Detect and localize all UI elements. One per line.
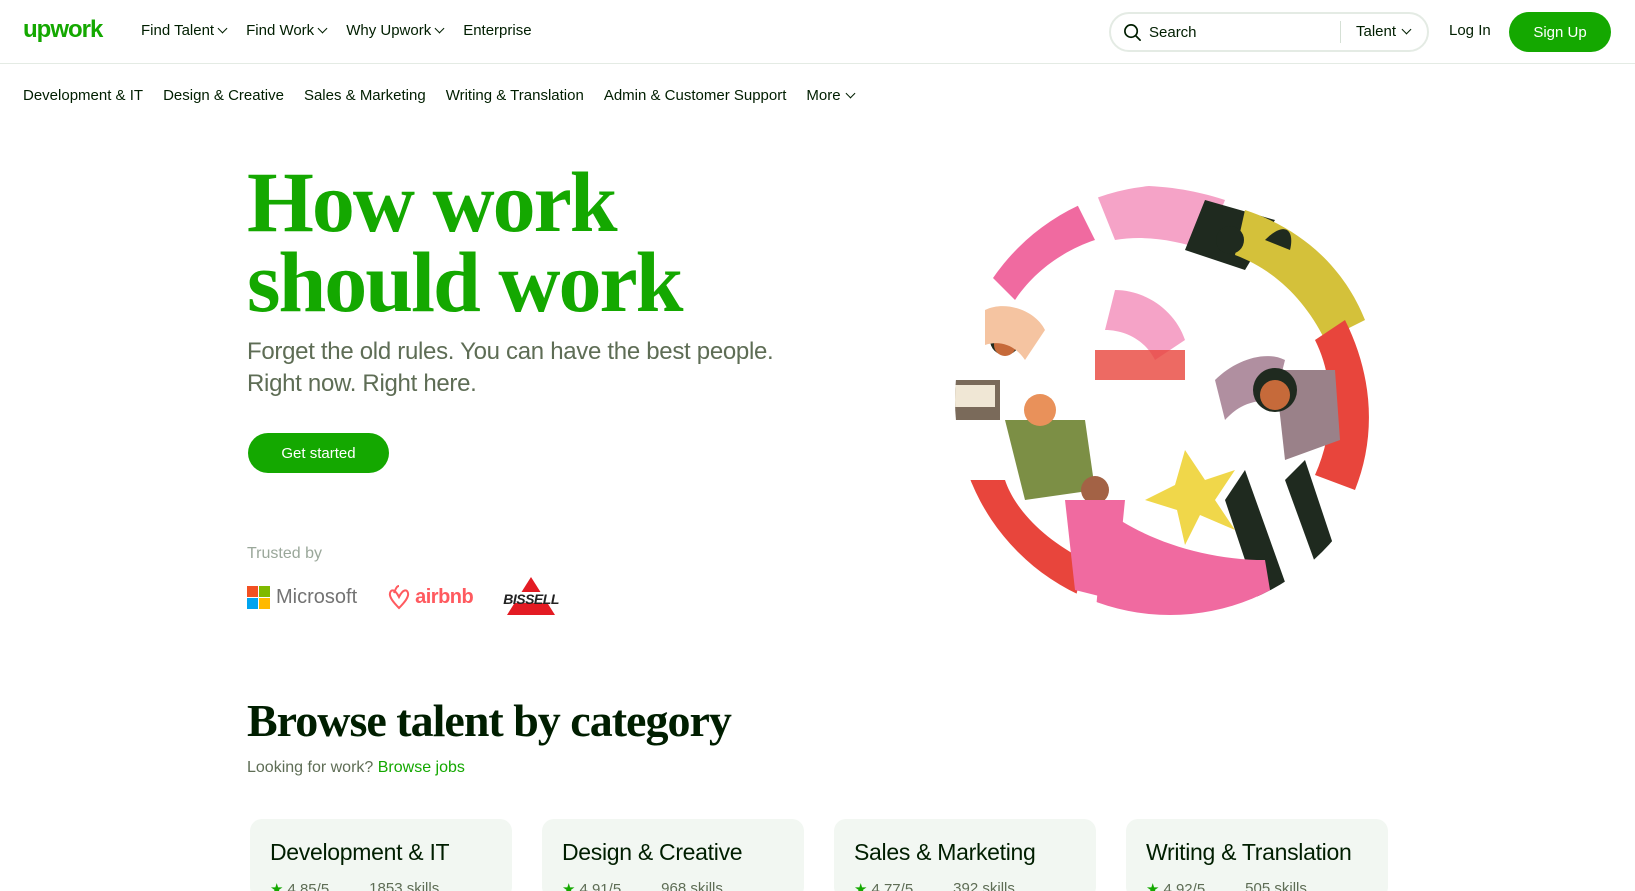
trusted-logos: Microsoft airbnb BISSELL: [247, 577, 559, 617]
upwork-logo[interactable]: upwork: [23, 16, 103, 44]
airbnb-logo-text: airbnb: [415, 585, 474, 608]
hero-subtitle: Forget the old rules. You can have the b…: [247, 336, 787, 400]
chevron-down-icon: [845, 88, 856, 99]
card-rating-value: 4.92/5: [1163, 881, 1206, 891]
airbnb-belo-icon: [388, 585, 410, 610]
chevron-down-icon: [1401, 24, 1412, 35]
category-card-development[interactable]: Development & IT ★ 4.85/5 1853 skills: [250, 819, 512, 891]
card-rating: ★ 4.92/5: [1146, 880, 1205, 891]
star-icon: ★: [562, 881, 576, 891]
hero-illustration: [955, 185, 1385, 615]
top-nav: upwork Find Talent Find Work Why Upwork …: [0, 0, 1635, 64]
browse-prompt: Looking for work?: [247, 759, 374, 776]
hero-title-line-2: should work: [247, 234, 683, 330]
hero-title: How work should work: [247, 159, 847, 325]
nav-find-talent[interactable]: Find Talent: [141, 22, 228, 39]
search-scope-dropdown[interactable]: Talent: [1356, 23, 1412, 40]
star-icon: ★: [270, 881, 284, 891]
category-nav: Development & IT Design & Creative Sales…: [23, 87, 874, 104]
card-title: Design & Creative: [562, 839, 743, 865]
browse-jobs-link[interactable]: Browse jobs: [378, 759, 465, 776]
search-input[interactable]: [1149, 22, 1329, 42]
category-link-development[interactable]: Development & IT: [23, 87, 143, 104]
category-cards: Development & IT ★ 4.85/5 1853 skills Des…: [250, 819, 1388, 891]
category-link-admin[interactable]: Admin & Customer Support: [604, 87, 787, 104]
star-icon: ★: [1146, 881, 1160, 891]
nav-find-work-label: Find Work: [246, 22, 315, 39]
card-skills: 392 skills: [953, 880, 1015, 891]
card-skills: 968 skills: [661, 880, 723, 891]
hero-subtitle-line-2: Right now. Right here.: [247, 370, 477, 397]
nav-why-upwork-label: Why Upwork: [346, 22, 432, 39]
microsoft-logo-text: Microsoft: [276, 585, 358, 608]
search-bar: Talent: [1109, 12, 1429, 52]
browse-subtitle: Looking for work? Browse jobs: [247, 759, 465, 777]
card-skills: 1853 skills: [369, 880, 440, 891]
card-meta: ★ 4.92/5 505 skills: [1146, 880, 1368, 891]
card-skills: 505 skills: [1245, 880, 1307, 891]
category-card-sales[interactable]: Sales & Marketing ★ 4.77/5 392 skills: [834, 819, 1096, 891]
category-link-sales[interactable]: Sales & Marketing: [304, 87, 426, 104]
hero-subtitle-line-1: Forget the old rules. You can have the b…: [247, 338, 774, 365]
nav-find-talent-label: Find Talent: [141, 22, 215, 39]
star-icon: ★: [854, 881, 868, 891]
bissell-logo-text: BISSELL: [503, 591, 559, 607]
main-nav: Find Talent Find Work Why Upwork Enterpr…: [141, 22, 552, 39]
get-started-button[interactable]: Get started: [248, 433, 389, 473]
microsoft-logo: Microsoft: [247, 585, 358, 609]
search-icon[interactable]: [1123, 23, 1142, 42]
chevron-down-icon: [317, 23, 328, 34]
login-link[interactable]: Log In: [1449, 22, 1491, 39]
nav-enterprise[interactable]: Enterprise: [463, 22, 531, 39]
card-meta: ★ 4.77/5 392 skills: [854, 880, 1076, 891]
airbnb-logo: airbnb: [387, 584, 474, 610]
search-divider: [1340, 21, 1341, 43]
chevron-down-icon: [434, 23, 445, 34]
chevron-down-icon: [217, 23, 228, 34]
signup-button[interactable]: Sign Up: [1509, 12, 1611, 52]
card-title: Sales & Marketing: [854, 839, 1036, 865]
category-more-label: More: [806, 87, 841, 104]
nav-enterprise-label: Enterprise: [463, 22, 532, 39]
category-card-writing[interactable]: Writing & Translation ★ 4.92/5 505 skills: [1126, 819, 1388, 891]
category-card-design[interactable]: Design & Creative ★ 4.91/5 968 skills: [542, 819, 804, 891]
nav-find-work[interactable]: Find Work: [246, 22, 328, 39]
card-rating: ★ 4.77/5: [854, 880, 913, 891]
microsoft-logo-grid: [247, 585, 270, 609]
nav-why-upwork[interactable]: Why Upwork: [346, 22, 445, 39]
card-title: Writing & Translation: [1146, 839, 1352, 865]
card-meta: ★ 4.85/5 1853 skills: [270, 880, 492, 891]
bissell-logo: BISSELL: [503, 577, 559, 617]
card-meta: ★ 4.91/5 968 skills: [562, 880, 784, 891]
card-rating: ★ 4.91/5: [562, 880, 621, 891]
search-scope-label: Talent: [1356, 23, 1397, 40]
card-rating: ★ 4.85/5: [270, 880, 329, 891]
card-rating-value: 4.85/5: [287, 881, 330, 891]
card-title: Development & IT: [270, 839, 450, 865]
category-link-design[interactable]: Design & Creative: [163, 87, 284, 104]
category-link-writing[interactable]: Writing & Translation: [446, 87, 584, 104]
browse-title: Browse talent by category: [247, 695, 732, 746]
card-rating-value: 4.77/5: [871, 881, 914, 891]
category-link-more[interactable]: More: [806, 87, 856, 104]
card-rating-value: 4.91/5: [579, 881, 622, 891]
trusted-by-label: Trusted by: [247, 545, 322, 562]
